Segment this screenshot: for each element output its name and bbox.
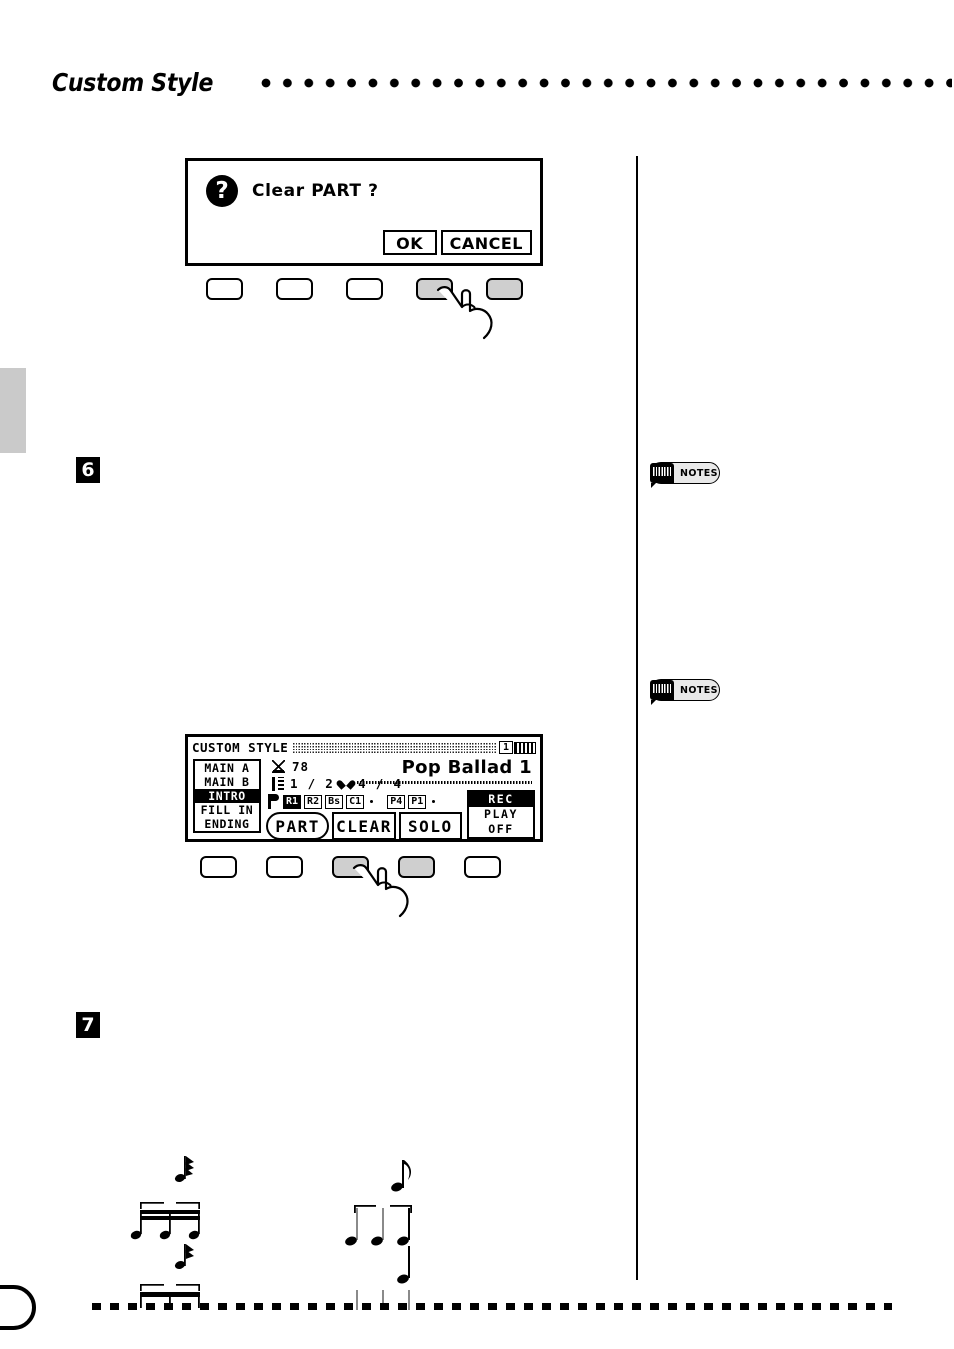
page-number: 1 <box>498 741 513 754</box>
step-number-6: 6 <box>76 457 100 483</box>
soft-button-1-5[interactable] <box>486 278 523 300</box>
notes-label-1: NOTES <box>680 467 718 479</box>
dialog-message-row: ? Clear PART ? <box>206 175 379 207</box>
part-chip-bs[interactable]: Bs <box>325 794 344 809</box>
dialog-message: Clear PART ? <box>252 181 379 201</box>
play-label[interactable]: PLAY <box>469 807 533 822</box>
soft-button-2-2[interactable] <box>266 856 303 878</box>
measure-value: 1 / 2 <box>290 776 335 791</box>
part-chip-p1[interactable]: P1 <box>408 794 427 809</box>
soft-button-2-4[interactable] <box>398 856 435 878</box>
off-label[interactable]: OFF <box>469 822 533 837</box>
soft-button-row-1 <box>206 278 526 300</box>
question-mark-icon: ? <box>206 175 238 207</box>
part-separator-dot-1 <box>370 800 374 803</box>
page-tab-shape-icon <box>0 1285 36 1330</box>
lcd-title: CUSTOM STYLE <box>192 740 289 755</box>
triplet-quarter-notes-group-icon <box>345 1160 412 1310</box>
part-chip-p4[interactable]: P4 <box>387 794 406 809</box>
soft-button-2-1[interactable] <box>200 856 237 878</box>
part-chip-r1[interactable]: R1 <box>283 794 302 809</box>
section-item-main-a[interactable]: MAIN A <box>195 761 259 775</box>
dialog-button-group: OK CANCEL <box>382 230 532 255</box>
soft-button-row-2 <box>200 856 520 878</box>
soft-button-1-4[interactable] <box>416 278 453 300</box>
section-item-ending[interactable]: ENDING <box>195 817 259 831</box>
clear-part-dialog-lcd: ? Clear PART ? OK CANCEL <box>185 158 543 266</box>
soft-button-1-1[interactable] <box>206 278 243 300</box>
step-number-7: 7 <box>76 1012 100 1038</box>
page-title: Custom Style <box>52 67 214 97</box>
part-button[interactable]: PART <box>266 812 330 840</box>
notes-badge-1: NOTES <box>650 462 720 488</box>
soft-button-1-2[interactable] <box>276 278 313 300</box>
lcd-titlebar: CUSTOM STYLE 1 <box>192 740 536 755</box>
style-name: Pop Ballad 1 <box>401 757 532 778</box>
beamed-sixteenth-notes-group-icon <box>130 1156 200 1308</box>
style-name-underline <box>357 781 532 784</box>
cancel-button[interactable]: CANCEL <box>440 230 532 255</box>
notes-badge-2: NOTES <box>650 679 720 705</box>
footer-dashed-rule-icon <box>92 1303 892 1310</box>
part-chip-c1[interactable]: C1 <box>346 794 365 809</box>
soft-button-1-3[interactable] <box>346 278 383 300</box>
section-item-intro[interactable]: INTRO <box>195 789 259 803</box>
metronome-icon <box>272 760 285 773</box>
keyboard-note-icon-2 <box>650 680 674 705</box>
tempo-display: 78 <box>272 759 309 774</box>
column-divider <box>636 156 638 1280</box>
section-item-main-b[interactable]: MAIN B <box>195 775 259 789</box>
section-list: MAIN A MAIN B INTRO FILL IN ENDING <box>193 759 261 833</box>
rec-play-off-panel: REC PLAY OFF <box>467 790 535 839</box>
hatched-bar-icon <box>293 742 497 753</box>
flag-icon <box>268 794 279 809</box>
keyboard-note-icon <box>650 463 674 488</box>
soft-button-2-3[interactable] <box>332 856 369 878</box>
clear-button[interactable]: CLEAR <box>332 812 396 840</box>
page-indicator: 1 <box>498 741 536 754</box>
part-separator-dot-2 <box>432 800 436 803</box>
tempo-value: 78 <box>292 759 310 774</box>
manual-page: Custom Style ? Clear PART ? OK CANCEL CU… <box>0 0 954 1349</box>
rec-label[interactable]: REC <box>469 792 533 807</box>
measure-icon <box>272 776 284 791</box>
heart-icon <box>340 778 352 789</box>
lcd-soft-button-row: PART CLEAR SOLO <box>266 812 462 840</box>
solo-button[interactable]: SOLO <box>398 812 462 840</box>
page-header: Custom Style <box>52 60 952 104</box>
ok-button[interactable]: OK <box>382 230 437 255</box>
level-bars-icon <box>514 741 536 754</box>
header-dotted-rule-icon <box>261 78 952 88</box>
part-chip-r2[interactable]: R2 <box>304 794 323 809</box>
section-item-fill-in[interactable]: FILL IN <box>195 803 259 817</box>
notes-label-2: NOTES <box>680 684 718 696</box>
section-tab-marker-icon <box>0 368 26 453</box>
part-indicator-row: R1 R2 Bs C1 P4 P1 <box>268 794 438 809</box>
soft-button-2-5[interactable] <box>464 856 501 878</box>
custom-style-lcd: CUSTOM STYLE 1 MAIN A MAIN B INTRO FILL … <box>185 734 543 842</box>
